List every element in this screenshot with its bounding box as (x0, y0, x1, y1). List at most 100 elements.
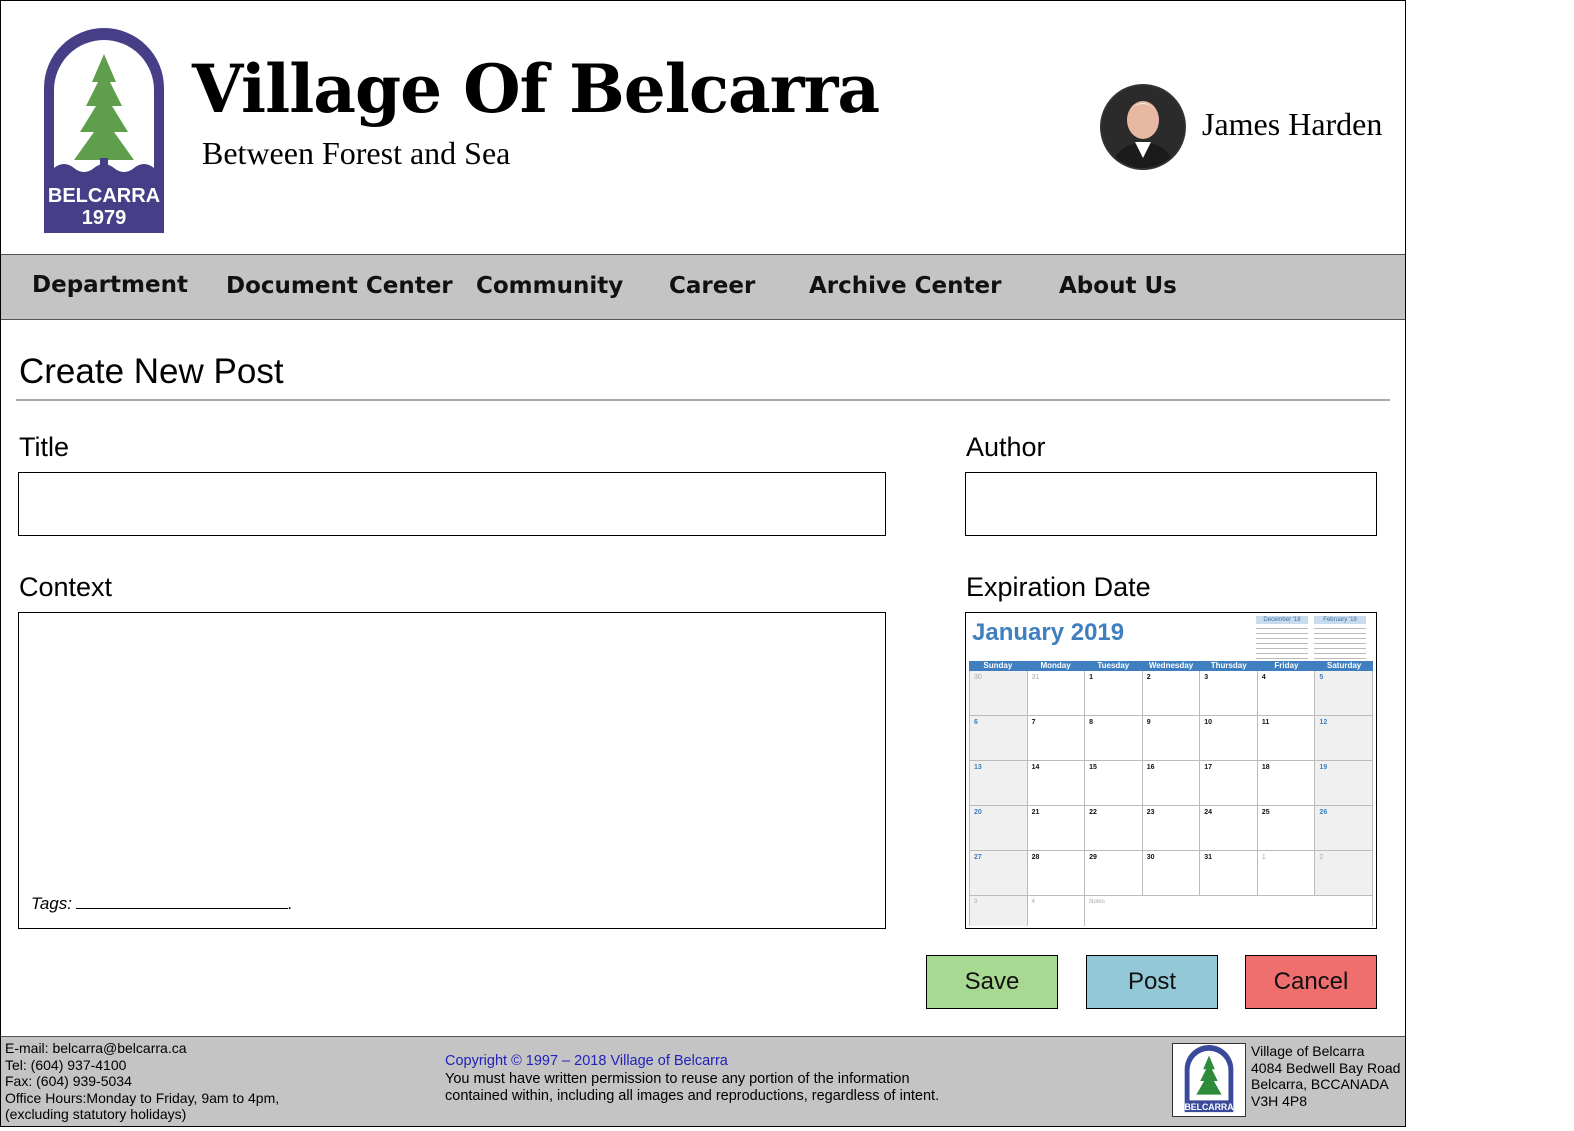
copyright-link[interactable]: Copyright © 1997 – 2018 Village of Belca… (445, 1053, 939, 1071)
calendar-days: 30 31 1 2 3 4 5 6 7 8 9 10 11 12 13 14 15 16 17 18 19 20 21 22 2… (969, 671, 1373, 896)
footer-tel: Tel: (604) 937-4100 (5, 1056, 127, 1073)
weekday-sunday: Sunday (983, 661, 1013, 670)
tags-field[interactable]: Tags:. (31, 894, 293, 914)
nav-item-about-us[interactable]: About Us (1059, 273, 1177, 299)
footer-copyright: Copyright © 1997 – 2018 Village of Belca… (445, 1053, 939, 1106)
weekday-wednesday: Wednesday (1148, 661, 1194, 670)
author-label: Author (966, 432, 1046, 462)
nav-item-document-center[interactable]: Document Center (226, 273, 453, 299)
address-street: 4084 Bedwell Bay Road (1251, 1059, 1401, 1076)
main-navigation: Department Document Center Community Car… (1, 254, 1405, 320)
footer-hours-note: (excluding statutory holidays) (5, 1106, 187, 1122)
address-city: Belcarra, BCCANADA (1251, 1076, 1389, 1092)
calendar-day[interactable]: 11 (1257, 716, 1316, 761)
footer-address: Village of Belcarra 4084 Bedwell Bay Roa… (1251, 1043, 1400, 1109)
calendar-day[interactable]: 6 (970, 716, 1028, 761)
calendar-day[interactable]: 31 (1027, 671, 1086, 716)
calendar-day[interactable]: 2 (1142, 671, 1201, 716)
calendar-day[interactable]: 14 (1027, 761, 1086, 806)
nav-item-community[interactable]: Community (476, 273, 623, 299)
expiration-date-calendar[interactable]: January 2019 December '18 February '19 S… (965, 612, 1377, 929)
calendar-grid: Sunday Monday Tuesday Wednesday Thursday… (969, 661, 1373, 926)
mini-calendar-next-title: February '19 (1314, 616, 1366, 624)
calendar-day[interactable]: 27 (970, 851, 1028, 896)
calendar-day[interactable]: 18 (1257, 761, 1316, 806)
cancel-button[interactable]: Cancel (1245, 955, 1377, 1009)
logo-year: 1979 (82, 207, 127, 229)
calendar-day[interactable]: 16 (1142, 761, 1201, 806)
nav-item-department[interactable]: Department (32, 272, 188, 298)
weekday-thursday: Thursday (1210, 661, 1247, 670)
calendar-day[interactable]: 5 (1315, 671, 1373, 716)
calendar-day[interactable]: 1 (1257, 851, 1316, 896)
page-title: Create New Post (19, 352, 284, 391)
calendar-day[interactable]: 7 (1027, 716, 1086, 761)
weekday-tuesday: Tuesday (1097, 661, 1130, 670)
calendar-day[interactable]: 8 (1085, 716, 1143, 761)
title-input[interactable] (18, 472, 886, 536)
calendar-day[interactable]: 17 (1200, 761, 1258, 806)
calendar-day[interactable]: 1 (1085, 671, 1143, 716)
calendar-day[interactable]: 25 (1257, 806, 1316, 851)
calendar-day[interactable]: 29 (1085, 851, 1143, 896)
calendar-month-title: January 2019 (972, 619, 1125, 646)
calendar-day[interactable]: 10 (1200, 716, 1258, 761)
tags-end: . (287, 894, 293, 913)
tags-label: Tags: (31, 894, 72, 913)
calendar-notes: Notes (1085, 896, 1373, 926)
weekday-friday: Friday (1274, 661, 1299, 670)
calendar-day[interactable]: 13 (970, 761, 1028, 806)
post-button[interactable]: Post (1086, 955, 1218, 1009)
calendar-day[interactable]: 3 (970, 896, 1028, 926)
calendar-day[interactable]: 15 (1085, 761, 1143, 806)
mini-calendar-prev-days (1256, 626, 1308, 662)
weekday-monday: Monday (1040, 661, 1071, 670)
mini-calendar-next[interactable]: February '19 (1314, 616, 1366, 662)
mini-calendar-next-days (1314, 626, 1366, 662)
context-label: Context (19, 572, 113, 602)
title-label: Title (19, 432, 70, 462)
calendar-day[interactable]: 4 (1257, 671, 1316, 716)
calendar-day[interactable]: 30 (970, 671, 1028, 716)
user-name[interactable]: James Harden (1202, 106, 1382, 143)
nav-item-career[interactable]: Career (669, 273, 755, 299)
weekday-saturday: Saturday (1327, 661, 1362, 670)
calendar-day[interactable]: 4 (1028, 896, 1086, 926)
author-input[interactable] (965, 472, 1377, 536)
calendar-day[interactable]: 9 (1142, 716, 1201, 761)
calendar-day[interactable]: 3 (1200, 671, 1258, 716)
calendar-weekday-header: Sunday Monday Tuesday Wednesday Thursday… (969, 661, 1373, 671)
nav-item-archive-center[interactable]: Archive Center (809, 273, 1001, 299)
footer-email[interactable]: E-mail: belcarra@belcarra.ca (5, 1040, 279, 1057)
mini-calendar-prev[interactable]: December '18 (1256, 616, 1308, 662)
calendar-day[interactable]: 19 (1315, 761, 1373, 806)
copyright-notice-line2: contained within, including all images a… (445, 1088, 940, 1104)
calendar-day[interactable]: 31 (1200, 851, 1258, 896)
footer: E-mail: belcarra@belcarra.ca Tel: (604) … (1, 1036, 1405, 1126)
save-button[interactable]: Save (926, 955, 1058, 1009)
tags-input-line[interactable] (75, 894, 288, 909)
calendar-day[interactable]: 24 (1200, 806, 1258, 851)
footer-contact: E-mail: belcarra@belcarra.ca Tel: (604) … (5, 1040, 279, 1123)
title-divider (16, 399, 1390, 401)
calendar-day[interactable]: 12 (1315, 716, 1373, 761)
footer-hours: Office Hours:Monday to Friday, 9am to 4p… (5, 1089, 280, 1106)
address-name: Village of Belcarra (1251, 1043, 1365, 1059)
calendar-day[interactable]: 2 (1315, 851, 1373, 896)
expiration-date-label: Expiration Date (966, 572, 1151, 602)
calendar-day[interactable]: 20 (970, 806, 1028, 851)
mini-calendar-prev-title: December '18 (1256, 616, 1308, 624)
calendar-day[interactable]: 22 (1085, 806, 1143, 851)
calendar-day[interactable]: 21 (1027, 806, 1086, 851)
calendar-day[interactable]: 23 (1142, 806, 1201, 851)
address-postal: V3H 4P8 (1251, 1092, 1308, 1109)
context-textarea[interactable]: Tags:. (18, 612, 886, 929)
calendar-day[interactable]: 28 (1027, 851, 1086, 896)
calendar-day[interactable]: 26 (1315, 806, 1373, 851)
footer-fax: Fax: (604) 939-5034 (5, 1073, 132, 1089)
footer-belcarra-logo: BELCARRA (1172, 1043, 1246, 1117)
user-avatar[interactable] (1100, 84, 1186, 170)
calendar-notes-row: 3 4 Notes (969, 896, 1373, 926)
calendar-day[interactable]: 30 (1142, 851, 1201, 896)
belcarra-logo: BELCARRA 1979 (44, 28, 164, 233)
